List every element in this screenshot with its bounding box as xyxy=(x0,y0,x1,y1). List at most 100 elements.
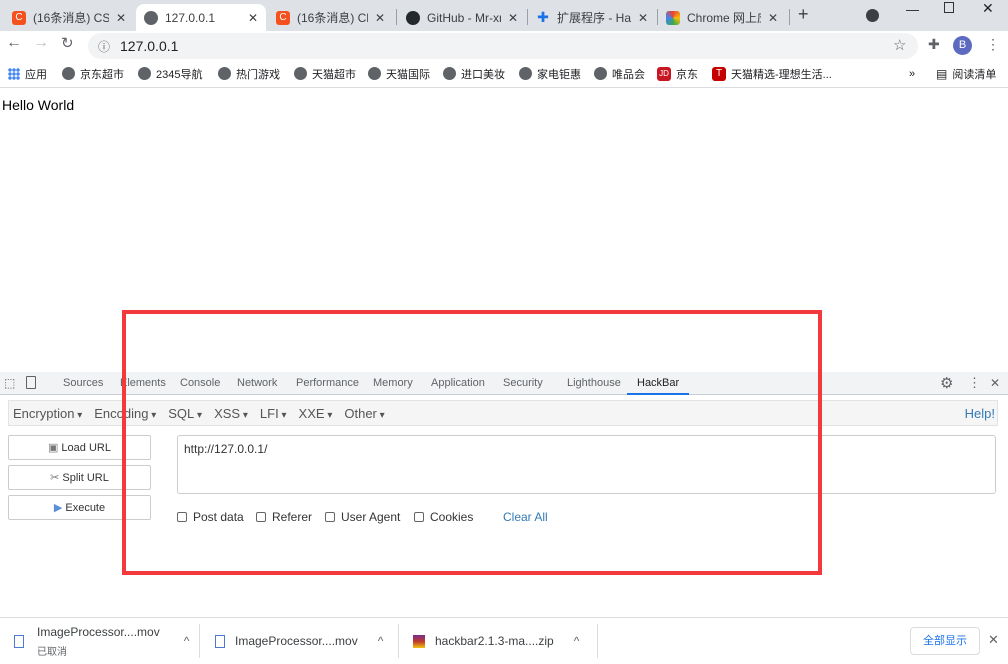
user-agent-checkbox[interactable]: User Agent xyxy=(325,510,400,524)
close-tab-icon[interactable]: ✕ xyxy=(638,11,648,25)
tab[interactable]: ✚扩展程序 - Hack✕ xyxy=(528,4,656,31)
tab-performance[interactable]: Performance xyxy=(296,372,359,395)
bookmark-apps[interactable]: 应用 xyxy=(8,66,47,82)
tab-sources[interactable]: Sources xyxy=(63,372,103,395)
close-devtools-icon[interactable]: ✕ xyxy=(990,376,1000,390)
bookmark[interactable]: 天猫国际 xyxy=(368,66,430,82)
tab-memory[interactable]: Memory xyxy=(373,372,413,395)
more-icon[interactable]: ⋮ xyxy=(968,375,981,391)
close-window-button[interactable]: ✕ xyxy=(982,0,994,17)
globe-icon xyxy=(519,67,532,80)
extensions-icon[interactable]: ✚ xyxy=(928,36,940,53)
show-all-button[interactable]: 全部显示 xyxy=(910,627,980,655)
bookmark[interactable]: 进口美妆 xyxy=(443,66,505,82)
tab-console[interactable]: Console xyxy=(180,372,220,395)
bookmark[interactable]: 唯品会 xyxy=(594,66,645,82)
bookmark[interactable]: 热门游戏 xyxy=(218,66,280,82)
chevron-up-icon[interactable]: ^ xyxy=(378,634,384,648)
load-url-button[interactable]: ▣ Load URL xyxy=(8,435,151,460)
close-tab-icon[interactable]: ✕ xyxy=(508,11,518,25)
tab-hackbar[interactable]: HackBar xyxy=(627,372,690,395)
settings-gear-icon[interactable]: ⚙ xyxy=(940,374,953,392)
menu-xss[interactable]: XSS xyxy=(214,406,248,421)
forward-button[interactable]: → xyxy=(33,34,49,52)
execute-button[interactable]: ▶ Execute xyxy=(8,495,151,520)
download-item[interactable]: hackbar2.1.3-ma....zip ^ xyxy=(413,618,579,664)
csdn-icon: C xyxy=(12,10,26,25)
globe-icon xyxy=(594,67,607,80)
back-button[interactable]: ← xyxy=(6,34,22,52)
bookmark[interactable]: JD 京东 xyxy=(657,66,698,82)
split-url-button[interactable]: ✂ Split URL xyxy=(8,465,151,490)
tab[interactable]: GitHub - Mr-xn ✕ xyxy=(398,4,526,31)
close-tab-icon[interactable]: ✕ xyxy=(248,11,258,25)
tab-elements[interactable]: Elements xyxy=(120,372,166,395)
bookmark[interactable]: 家电钜惠 xyxy=(519,66,581,82)
globe-icon xyxy=(138,67,151,80)
reload-button[interactable]: ↻ xyxy=(61,34,74,52)
minimize-button[interactable]: — xyxy=(906,2,919,17)
device-toggle-icon[interactable] xyxy=(26,376,36,389)
close-download-bar-icon[interactable]: ✕ xyxy=(988,632,999,648)
globe-icon xyxy=(62,67,75,80)
download-item[interactable]: ImageProcessor....mov 已取消 ^ xyxy=(14,618,189,664)
cookies-checkbox[interactable]: Cookies xyxy=(414,510,473,524)
clear-all-link[interactable]: Clear All xyxy=(503,510,548,524)
menu-xxe[interactable]: XXE xyxy=(299,406,333,421)
referer-checkbox[interactable]: Referer xyxy=(256,510,312,524)
menu-sql[interactable]: SQL xyxy=(168,406,202,421)
toolbar: ← → ↻ ⓘ 127.0.0.1 ☆ ✚ B ⋮ xyxy=(0,31,1008,60)
play-icon: ▶ xyxy=(53,502,63,514)
scissors-icon: ✂ xyxy=(50,472,60,484)
github-icon xyxy=(406,10,420,25)
devtools-panel: ⬚ Sources Elements Console Network Perfo… xyxy=(0,372,1008,617)
puzzle-icon: ✚ xyxy=(537,9,549,25)
chevron-up-icon[interactable]: ^ xyxy=(574,634,580,648)
bookmark-star-icon[interactable]: ☆ xyxy=(893,36,906,54)
devtools-tabbar: ⬚ Sources Elements Console Network Perfo… xyxy=(0,372,1008,395)
url-textarea[interactable]: http://127.0.0.1/ xyxy=(177,435,996,494)
page-content: Hello World xyxy=(2,97,75,113)
globe-icon xyxy=(294,67,307,80)
tab-active[interactable]: 127.0.0.1 ✕ xyxy=(136,4,266,31)
menu-encryption[interactable]: Encryption xyxy=(13,406,82,421)
post-data-checkbox[interactable]: Post data xyxy=(177,510,244,524)
globe-icon xyxy=(144,10,158,25)
help-link[interactable]: Help! xyxy=(965,406,995,421)
tmall-icon: T xyxy=(712,66,726,81)
close-tab-icon[interactable]: ✕ xyxy=(116,11,126,25)
tab-network[interactable]: Network xyxy=(237,372,277,395)
reading-list[interactable]: ▤ 阅读清单 xyxy=(936,66,996,82)
tab-security[interactable]: Security xyxy=(503,372,543,395)
bookmark[interactable]: 天猫超市 xyxy=(294,66,356,82)
more-bookmarks-icon[interactable]: » xyxy=(909,68,915,80)
globe-icon xyxy=(368,67,381,80)
avatar[interactable]: B xyxy=(953,36,972,55)
download-item[interactable]: ImageProcessor....mov ^ xyxy=(215,618,383,664)
menu-icon[interactable]: ⋮ xyxy=(986,36,1000,53)
inspect-icon[interactable]: ⬚ xyxy=(4,376,15,390)
tab[interactable]: Chrome 网上应用✕ xyxy=(658,4,786,31)
bookmark[interactable]: 2345导航 xyxy=(138,66,202,82)
address-bar[interactable]: ⓘ 127.0.0.1 xyxy=(88,33,918,59)
hackbar-menubar: Encryption Encoding SQL XSS LFI XXE Othe… xyxy=(8,400,998,426)
close-tab-icon[interactable]: ✕ xyxy=(375,11,385,25)
new-tab-button[interactable]: + xyxy=(798,4,809,25)
maximize-button[interactable] xyxy=(944,2,954,13)
chevron-up-icon[interactable]: ^ xyxy=(184,634,190,648)
bookmark[interactable]: T 天猫精选-理想生活... xyxy=(712,66,832,82)
tab[interactable]: C(16条消息) CSDN✕ xyxy=(4,4,134,31)
menu-encoding[interactable]: Encoding xyxy=(94,406,156,421)
menu-other[interactable]: Other xyxy=(344,406,384,421)
menu-lfi[interactable]: LFI xyxy=(260,406,287,421)
tab[interactable]: C(16条消息) Chro✕ xyxy=(268,4,393,31)
tab-search-icon[interactable] xyxy=(866,9,879,22)
globe-icon xyxy=(443,67,456,80)
apps-icon xyxy=(8,67,20,80)
tab-lighthouse[interactable]: Lighthouse xyxy=(567,372,621,395)
globe-icon xyxy=(218,67,231,80)
info-icon: ⓘ xyxy=(98,39,111,54)
tab-application[interactable]: Application xyxy=(431,372,485,395)
close-tab-icon[interactable]: ✕ xyxy=(768,11,778,25)
bookmark[interactable]: 京东超市 xyxy=(62,66,124,82)
